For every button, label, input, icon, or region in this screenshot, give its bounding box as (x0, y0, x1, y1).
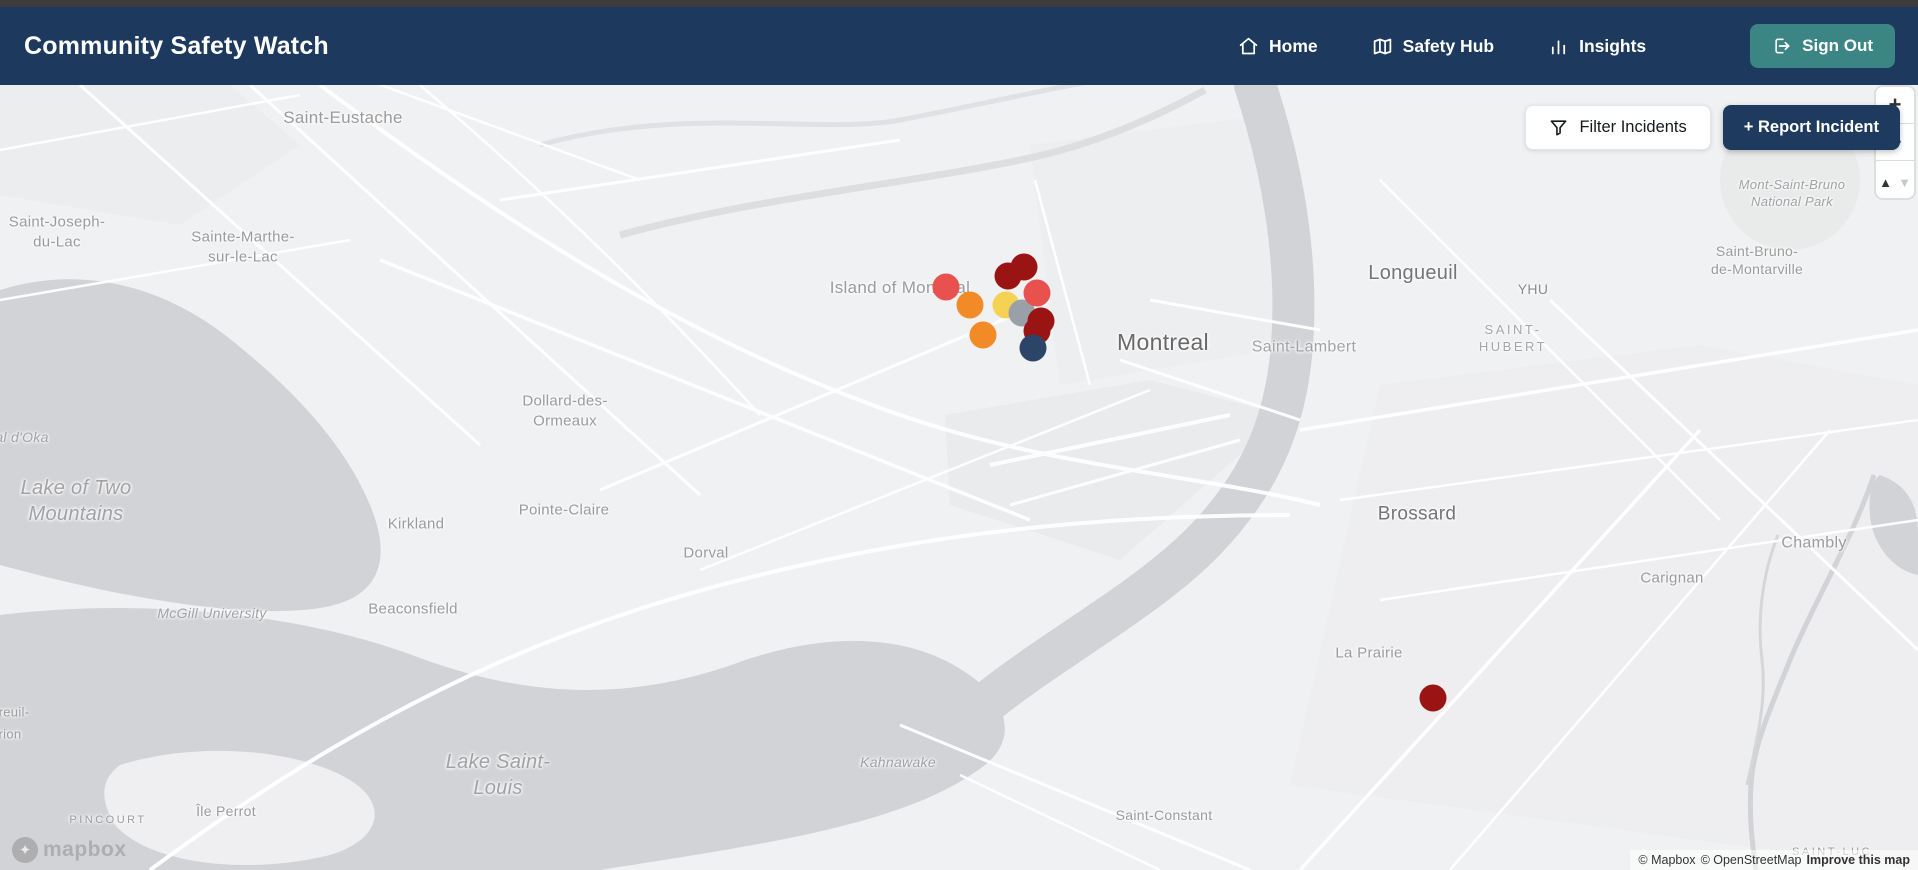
screen: Community Safety Watch Home Safety Hub I… (0, 0, 1918, 870)
map-label: Pointe-Claire (518, 501, 610, 519)
nav-item-label: Insights (1579, 35, 1647, 56)
map-label: Dollard-des- Ormeaux (522, 392, 608, 430)
mapbox-pin-icon: ✦ (12, 837, 38, 863)
attribution-mapbox-link[interactable]: © Mapbox (1638, 853, 1695, 867)
map-label: Beaconsfield (368, 600, 458, 618)
attribution-improve-link[interactable]: Improve this map (1807, 853, 1911, 867)
nav-item-label: Home (1269, 35, 1318, 56)
map-label: al d'Oka (0, 428, 49, 445)
bar-chart-icon (1552, 39, 1566, 54)
map-label: McGill University (157, 604, 267, 621)
map-label: Brossard (1377, 503, 1457, 525)
report-incident-button[interactable]: + Report Incident (1722, 105, 1900, 150)
mapbox-wordmark: mapbox (43, 838, 127, 861)
map-label: La Prairie (1335, 644, 1403, 662)
map-label: rion (0, 726, 22, 742)
map-label: Saint-Constant (1115, 806, 1213, 823)
sign-out-button[interactable]: Sign Out (1750, 24, 1895, 68)
attribution-osm-link[interactable]: © OpenStreetMap (1701, 853, 1802, 867)
incident-marker[interactable] (1023, 279, 1051, 307)
map-label: Sainte-Marthe- sur-le-Lac (191, 228, 295, 266)
nav-item-safety-hub[interactable]: Safety Hub (1372, 36, 1494, 57)
filter-incidents-button[interactable]: Filter Incidents (1525, 105, 1711, 150)
map-label: Lake Saint- Louis (445, 751, 551, 799)
funnel-icon (1551, 120, 1567, 136)
window-chrome-strip (0, 0, 1918, 7)
incident-marker[interactable] (956, 291, 984, 319)
map-label: Dorval (683, 544, 729, 562)
compass-button[interactable]: ▲ ▼ (1876, 161, 1914, 198)
map-label: YHU (1517, 280, 1549, 297)
incident-marker[interactable] (1419, 684, 1447, 712)
incident-marker[interactable] (1019, 334, 1047, 362)
map-label: Mont-Saint-Bruno National Park (1738, 177, 1846, 209)
nav-item-insights[interactable]: Insights (1548, 36, 1646, 57)
incident-marker[interactable] (994, 262, 1022, 290)
compass-up-icon: ▲ (1879, 174, 1892, 190)
map-label: Carignan (1640, 569, 1704, 587)
map-label: Saint-Eustache (283, 107, 403, 127)
home-icon (1239, 37, 1258, 54)
incident-marker[interactable] (932, 273, 960, 301)
map-label: Kirkland (387, 515, 445, 533)
map-label: Longueuil (1368, 262, 1458, 284)
nav-item-home[interactable]: Home (1238, 36, 1318, 57)
map-label: Kahnawake (860, 753, 936, 770)
map-label: reuil- (0, 704, 30, 720)
map-label: Chambly (1781, 534, 1847, 552)
map-label: SAINT- HUBERT (1478, 322, 1548, 354)
mapbox-logo[interactable]: ✦ mapbox (12, 837, 127, 863)
compass-down-icon: ▼ (1898, 174, 1911, 190)
sign-out-label: Sign Out (1802, 36, 1873, 55)
filter-incidents-label: Filter Incidents (1579, 118, 1687, 136)
map-artwork (0, 85, 1918, 870)
navbar-links: Home Safety Hub Insights Sign Out (1238, 24, 1895, 68)
map-canvas[interactable]: Saint-Eustache Saint-Joseph- du-Lac Sainte… (0, 85, 1918, 870)
navbar: Community Safety Watch Home Safety Hub I… (0, 7, 1918, 85)
map-label: Île Perrot (196, 802, 256, 819)
map-icon (1373, 38, 1391, 54)
map-label: Saint-Joseph- du-Lac (8, 213, 106, 251)
map-label: Saint-Lambert (1251, 338, 1357, 356)
map-attribution: © Mapbox © OpenStreetMap Improve this ma… (1630, 850, 1918, 870)
map-label: PINCOURT (69, 813, 147, 826)
map-label: Saint-Bruno- de-Montarville (1710, 242, 1804, 277)
map-label: Lake of Two Mountains (20, 477, 132, 525)
map-toolbar: Filter Incidents + Report Incident (1525, 105, 1900, 150)
app-title: Community Safety Watch (24, 31, 329, 60)
incident-marker[interactable] (969, 321, 997, 349)
map-label: Montreal (1117, 329, 1209, 356)
log-out-icon (1775, 38, 1790, 54)
nav-item-label: Safety Hub (1402, 35, 1495, 56)
